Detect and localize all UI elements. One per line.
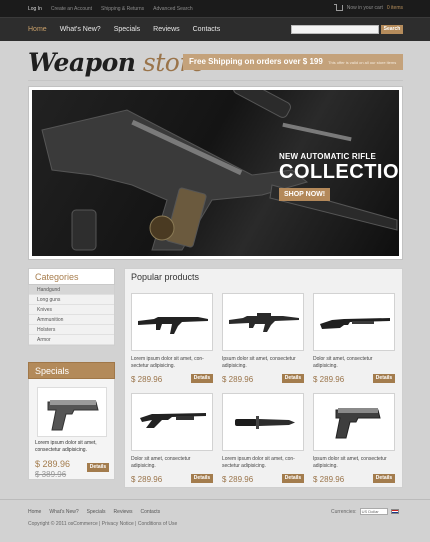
product-card: Ipsum dolor sit amet, consectetur adipis… xyxy=(216,293,304,393)
product-price: $ 289.96 xyxy=(131,375,163,384)
cart-summary[interactable]: Now in your cart 0 items xyxy=(333,4,403,11)
product-price: $ 289.96 xyxy=(313,375,345,384)
currency-select[interactable]: US Dollar xyxy=(359,508,388,515)
banner-line1: NEW AUTOMATIC RIFLE xyxy=(279,152,376,161)
popular-products-title: Popular products xyxy=(131,272,200,282)
nav-item-home[interactable]: Home xyxy=(28,26,47,33)
nav-item-reviews[interactable]: Reviews xyxy=(153,26,179,33)
cart-icon xyxy=(333,4,343,11)
footer-nav: Home What's New? Specials Reviews Contac… xyxy=(28,509,160,515)
product-details-button[interactable]: Details xyxy=(373,474,395,483)
product-details-button[interactable]: Details xyxy=(191,474,213,483)
free-shipping-note: This offer is valid on all our store ite… xyxy=(328,60,397,65)
main-navigation: Home What's New? Specials Reviews Contac… xyxy=(0,17,430,41)
banner-line2: COLLECTION xyxy=(279,161,399,183)
search-button[interactable]: Search xyxy=(381,25,403,34)
shipping-returns-link[interactable]: Shipping & Returns xyxy=(101,6,144,12)
copyright-text: Copyright © 2011 osCommerce | Privacy No… xyxy=(28,521,178,527)
specials-box: Lorem ipsum dolor sit amet, consectetur … xyxy=(28,379,115,480)
pump-shotgun-icon xyxy=(140,413,206,428)
product-description: Dolor sit amet, consectetur adipisicing. xyxy=(131,456,191,469)
currency-selector: Currencies: US Dollar xyxy=(331,508,399,515)
product-image[interactable] xyxy=(131,393,213,451)
product-description: Ipsum dolor sit amet, consectetur adipis… xyxy=(222,356,296,369)
product-card: Ipsum dolor sit amet, consectetur adipis… xyxy=(307,393,395,493)
store-logo[interactable]: Weapon store xyxy=(28,48,206,77)
shop-now-button[interactable]: SHOP NOW! xyxy=(279,188,331,201)
product-image[interactable] xyxy=(313,393,395,451)
product-description: Lorem ipsum dolor sit amet, con-sectetur… xyxy=(222,456,295,469)
product-image[interactable] xyxy=(222,293,304,351)
product-details-button[interactable]: Details xyxy=(282,374,304,383)
product-card: Lorem ipsum dolor sit amet, con-sectetur… xyxy=(216,393,304,493)
currencies-label: Currencies: xyxy=(331,508,357,515)
footer-link-whats-new[interactable]: What's New? xyxy=(49,509,78,515)
advanced-search-link[interactable]: Advanced Search xyxy=(153,6,192,12)
special-old-price: $ 389.96 xyxy=(35,470,67,479)
flag-icon[interactable] xyxy=(390,509,399,514)
product-description: Dolor sit amet, consectetur adipisicing. xyxy=(313,356,373,369)
special-product-image[interactable] xyxy=(37,387,107,437)
free-shipping-text: Free Shipping on orders over $ 199 xyxy=(189,57,323,66)
header-divider xyxy=(28,80,403,81)
product-details-button[interactable]: Details xyxy=(282,474,304,483)
product-image[interactable] xyxy=(313,293,395,351)
product-description: Ipsum dolor sit amet, consectetur adipis… xyxy=(313,456,387,469)
product-card: Lorem ipsum dolor sit amet, con-sectetur… xyxy=(125,293,213,393)
footer-link-home[interactable]: Home xyxy=(28,509,41,515)
categories-title: Categories xyxy=(28,268,115,285)
specials-title: Specials xyxy=(28,362,115,379)
pistol-icon xyxy=(47,400,99,431)
nav-item-contacts[interactable]: Contacts xyxy=(193,26,221,33)
cart-items-count[interactable]: 0 items xyxy=(387,5,403,11)
category-item-knives[interactable]: Knives xyxy=(29,305,114,315)
product-description: Lorem ipsum dolor sit amet, con-sectetur… xyxy=(131,356,204,369)
pistol-icon xyxy=(335,408,381,439)
special-price: $ 289.96 xyxy=(35,459,71,469)
special-details-button[interactable]: Details xyxy=(87,463,109,472)
banner-text: NEW AUTOMATIC RIFLE COLLECTION SHOP NOW! xyxy=(279,152,399,201)
account-links: Log In Create an Account Shipping & Retu… xyxy=(28,6,193,12)
free-shipping-banner: Free Shipping on orders over $ 199 This … xyxy=(183,54,403,70)
product-card: Dolor sit amet, consectetur adipisicing.… xyxy=(307,293,395,393)
nav-item-specials[interactable]: Specials xyxy=(114,26,140,33)
combat-knife-icon xyxy=(235,416,295,429)
top-utility-bar: Log In Create an Account Shipping & Retu… xyxy=(0,0,430,17)
special-description: Lorem ipsum dolor sit amet, consectetur … xyxy=(35,440,97,453)
nav-item-whats-new[interactable]: What's New? xyxy=(60,26,101,33)
category-item-armor[interactable]: Armor xyxy=(29,335,114,345)
category-item-handguns[interactable]: Handgund xyxy=(29,285,114,295)
product-image[interactable] xyxy=(222,393,304,451)
nav-menu: Home What's New? Specials Reviews Contac… xyxy=(28,26,220,33)
product-price: $ 289.96 xyxy=(313,475,345,484)
category-item-holsters[interactable]: Holsters xyxy=(29,325,114,335)
cart-text: Now in your cart xyxy=(346,5,383,11)
category-item-ammunition[interactable]: Ammunition xyxy=(29,315,114,325)
footer-link-reviews[interactable]: Reviews xyxy=(114,509,133,515)
product-card: Dolor sit amet, consectetur adipisicing.… xyxy=(125,393,213,493)
promo-banner[interactable]: NEW AUTOMATIC RIFLE COLLECTION SHOP NOW! xyxy=(28,86,403,260)
automatic-rifle-icon xyxy=(229,313,299,332)
footer-link-specials[interactable]: Specials xyxy=(87,509,106,515)
login-link[interactable]: Log In xyxy=(28,6,42,12)
logo-word-weapon: Weapon xyxy=(28,48,136,77)
popular-products-panel: Popular products Lorem ipsum dolor sit a… xyxy=(124,268,403,488)
product-price: $ 289.96 xyxy=(222,475,254,484)
create-account-link[interactable]: Create an Account xyxy=(51,6,92,12)
product-price: $ 289.96 xyxy=(131,475,163,484)
shotgun-icon xyxy=(320,318,390,329)
product-image[interactable] xyxy=(131,293,213,351)
assault-rifle-icon xyxy=(138,317,208,334)
footer: Home What's New? Specials Reviews Contac… xyxy=(0,499,430,542)
product-details-button[interactable]: Details xyxy=(191,374,213,383)
footer-link-contacts[interactable]: Contacts xyxy=(140,509,160,515)
banner-image: NEW AUTOMATIC RIFLE COLLECTION SHOP NOW! xyxy=(32,90,399,256)
categories-list: Handgund Long guns Knives Ammunition Hol… xyxy=(28,285,115,346)
search-input[interactable] xyxy=(291,25,379,34)
product-details-button[interactable]: Details xyxy=(373,374,395,383)
product-price: $ 289.96 xyxy=(222,375,254,384)
category-item-long-guns[interactable]: Long guns xyxy=(29,295,114,305)
